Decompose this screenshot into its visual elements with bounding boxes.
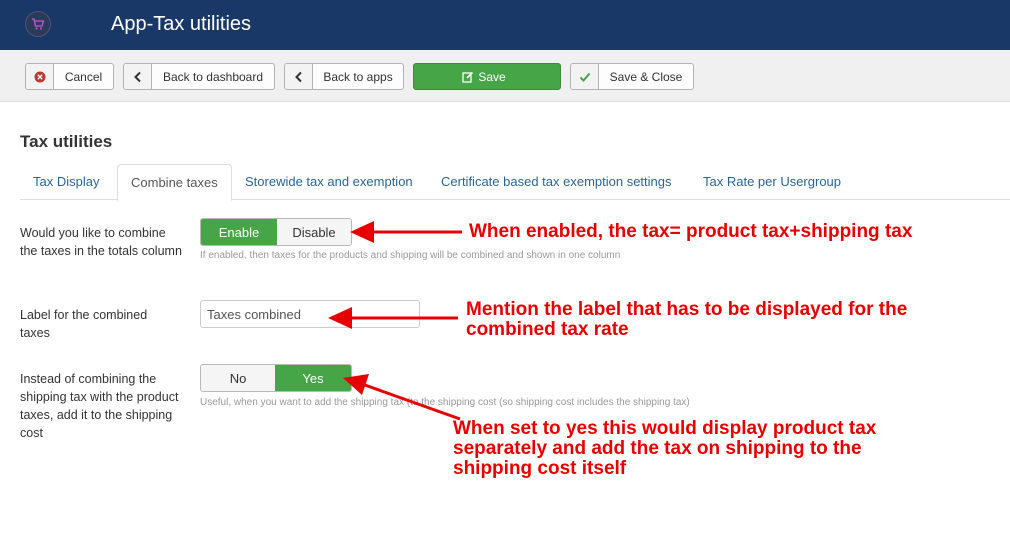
tab-bar: Tax Display Combine taxes Storewide tax … xyxy=(20,164,1010,201)
save-button[interactable]: Save xyxy=(413,63,561,90)
combine-taxes-help: If enabled, then taxes for the products … xyxy=(200,250,621,261)
shipping-tax-toggle: No Yes xyxy=(200,364,352,392)
shopping-cart-icon[interactable] xyxy=(25,11,51,37)
tab-combine-taxes[interactable]: Combine taxes xyxy=(117,164,232,201)
annotation-label: Mention the label that has to be display… xyxy=(466,299,908,340)
tab-certificate-exemption[interactable]: Certificate based tax exemption settings xyxy=(428,164,685,200)
annotation-shipping: When set to yes this would display produ… xyxy=(453,418,877,479)
cancel-button[interactable]: Cancel xyxy=(25,63,114,90)
checkmark-icon xyxy=(571,64,599,89)
save-button-label: Save xyxy=(478,69,506,84)
back-to-dashboard-button[interactable]: Back to dashboard xyxy=(123,63,275,90)
tab-tax-display[interactable]: Tax Display xyxy=(20,164,112,200)
tab-storewide-tax[interactable]: Storewide tax and exemption xyxy=(232,164,426,200)
annotation-enable: When enabled, the tax= product tax+shipp… xyxy=(469,221,913,242)
shipping-tax-label: Instead of combining the shipping tax wi… xyxy=(20,372,179,440)
back-to-apps-button[interactable]: Back to apps xyxy=(284,63,404,90)
app-header: App-Tax utilities xyxy=(0,0,1010,50)
toolbar: Cancel Back to dashboard Back to apps Sa… xyxy=(0,50,1010,102)
back-to-dashboard-label: Back to dashboard xyxy=(162,69,264,84)
enable-option[interactable]: Enable xyxy=(201,219,277,245)
app-title: App-Tax utilities xyxy=(111,13,252,35)
cancel-circle-icon xyxy=(26,64,54,89)
arrow-enable xyxy=(350,221,462,243)
combined-label-label: Label for the combined taxes xyxy=(20,308,148,340)
yes-option[interactable]: Yes xyxy=(275,365,351,391)
save-close-button[interactable]: Save & Close xyxy=(570,63,694,90)
combined-label-input[interactable] xyxy=(200,300,420,328)
chevron-left-icon xyxy=(124,64,152,89)
no-option[interactable]: No xyxy=(201,365,275,391)
combine-taxes-label: Would you like to combine the taxes in t… xyxy=(20,226,182,258)
edit-icon xyxy=(462,71,474,83)
cancel-button-label: Cancel xyxy=(64,69,103,84)
save-close-label: Save & Close xyxy=(609,69,683,84)
tab-tax-rate-usergroup[interactable]: Tax Rate per Usergroup xyxy=(690,164,854,200)
disable-option[interactable]: Disable xyxy=(277,219,351,245)
back-to-apps-label: Back to apps xyxy=(323,69,393,84)
chevron-left-icon xyxy=(285,64,313,89)
shipping-tax-help: Useful, when you want to add the shippin… xyxy=(200,397,690,408)
combine-taxes-toggle: Enable Disable xyxy=(200,218,352,246)
page-title: Tax utilities xyxy=(20,132,113,151)
